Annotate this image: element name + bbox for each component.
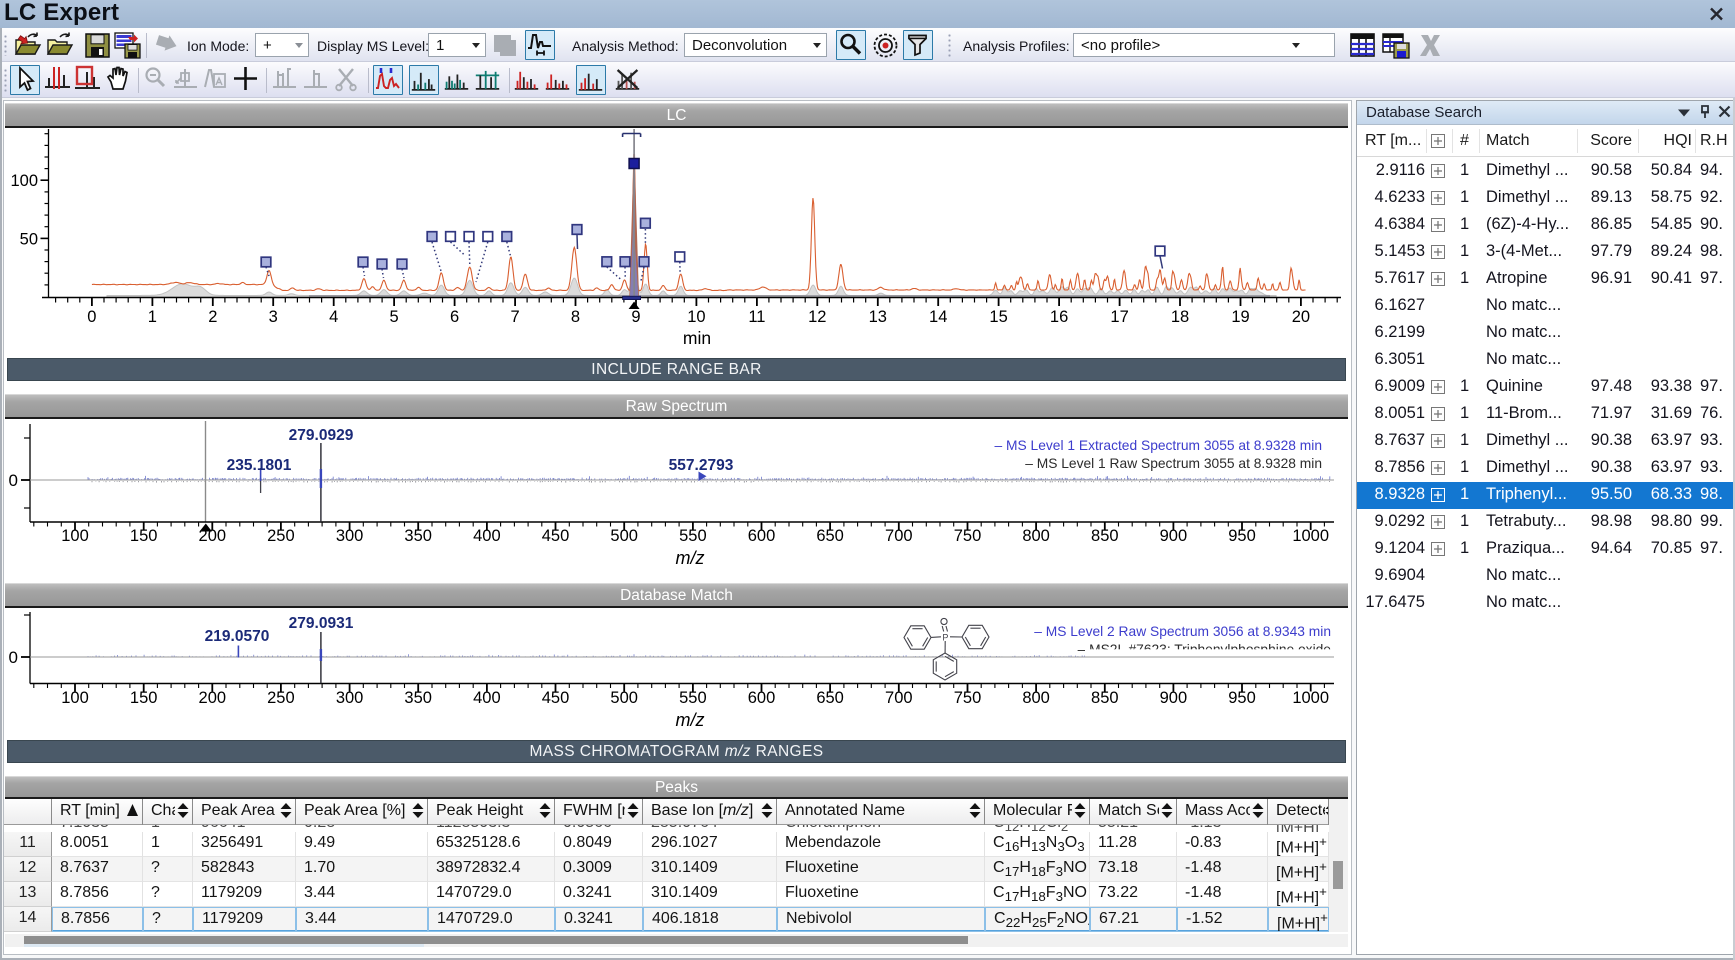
svg-text:900: 900 [1160, 527, 1188, 545]
svg-text:150: 150 [130, 689, 158, 707]
svg-text:7: 7 [511, 308, 520, 326]
svg-text:5: 5 [390, 308, 399, 326]
svg-text:– MS Level 1 Extracted Spectru: – MS Level 1 Extracted Spectrum 3055 at … [995, 438, 1322, 453]
svg-text:m/z: m/z [676, 710, 705, 730]
svg-text:0: 0 [9, 648, 18, 667]
svg-text:min: min [683, 328, 711, 348]
svg-text:235.1801: 235.1801 [227, 457, 292, 474]
svg-text:– MS Level 1 Raw Spectrum 3055: – MS Level 1 Raw Spectrum 3055 at 8.9328… [1025, 456, 1322, 471]
svg-text:650: 650 [816, 527, 844, 545]
svg-text:550: 550 [679, 689, 707, 707]
svg-text:700: 700 [885, 527, 913, 545]
svg-text:950: 950 [1228, 689, 1256, 707]
svg-text:850: 850 [1091, 527, 1119, 545]
svg-text:100: 100 [61, 527, 89, 545]
svg-text:16: 16 [1050, 308, 1068, 326]
svg-text:9: 9 [631, 308, 640, 326]
svg-text:500: 500 [610, 689, 638, 707]
svg-text:18: 18 [1171, 308, 1189, 326]
svg-text:13: 13 [869, 308, 887, 326]
svg-text:300: 300 [336, 689, 364, 707]
svg-text:1000: 1000 [1292, 689, 1329, 707]
svg-text:350: 350 [404, 689, 432, 707]
svg-text:250: 250 [267, 689, 295, 707]
svg-text:50: 50 [20, 230, 38, 248]
svg-text:850: 850 [1091, 689, 1119, 707]
svg-text:8: 8 [571, 308, 580, 326]
svg-text:700: 700 [885, 689, 913, 707]
svg-text:550: 550 [679, 527, 707, 545]
svg-text:P: P [942, 633, 948, 643]
svg-text:11: 11 [748, 308, 765, 326]
svg-text:600: 600 [748, 689, 776, 707]
svg-text:219.0570: 219.0570 [205, 628, 270, 645]
svg-text:6: 6 [450, 308, 459, 326]
svg-text:650: 650 [816, 689, 844, 707]
svg-text:100: 100 [61, 689, 89, 707]
svg-text:250: 250 [267, 527, 295, 545]
svg-text:800: 800 [1022, 689, 1050, 707]
svg-text:20: 20 [1292, 308, 1310, 326]
svg-text:19: 19 [1231, 308, 1249, 326]
svg-text:557.2793: 557.2793 [669, 457, 734, 474]
svg-text:750: 750 [954, 527, 982, 545]
svg-text:– MS Level 2 Raw Spectrum 3056: – MS Level 2 Raw Spectrum 3056 at 8.9343… [1034, 624, 1331, 639]
svg-text:150: 150 [130, 527, 158, 545]
svg-text:350: 350 [404, 527, 432, 545]
svg-text:500: 500 [610, 527, 638, 545]
svg-text:10: 10 [687, 308, 705, 326]
svg-text:14: 14 [929, 308, 947, 326]
svg-text:450: 450 [542, 527, 570, 545]
svg-text:0: 0 [87, 308, 96, 326]
svg-text:279.0929: 279.0929 [289, 427, 354, 444]
svg-text:1000: 1000 [1292, 527, 1329, 545]
svg-text:200: 200 [199, 689, 227, 707]
svg-text:2: 2 [208, 308, 217, 326]
svg-text:100: 100 [10, 172, 38, 190]
svg-text:300: 300 [336, 527, 364, 545]
svg-text:12: 12 [808, 308, 826, 326]
svg-text:279.0931: 279.0931 [289, 615, 354, 632]
svg-text:750: 750 [954, 689, 982, 707]
svg-text:200: 200 [199, 527, 227, 545]
svg-text:m/z: m/z [676, 548, 705, 568]
svg-text:1: 1 [148, 308, 157, 326]
svg-text:4: 4 [329, 308, 338, 326]
svg-text:450: 450 [542, 689, 570, 707]
svg-text:17: 17 [1110, 308, 1128, 326]
svg-text:15: 15 [989, 308, 1007, 326]
svg-text:400: 400 [473, 689, 501, 707]
svg-text:3: 3 [269, 308, 278, 326]
svg-text:400: 400 [473, 527, 501, 545]
svg-text:800: 800 [1022, 527, 1050, 545]
svg-text:0: 0 [9, 471, 18, 490]
svg-text:950: 950 [1228, 527, 1256, 545]
svg-text:900: 900 [1160, 689, 1188, 707]
svg-text:600: 600 [748, 527, 776, 545]
